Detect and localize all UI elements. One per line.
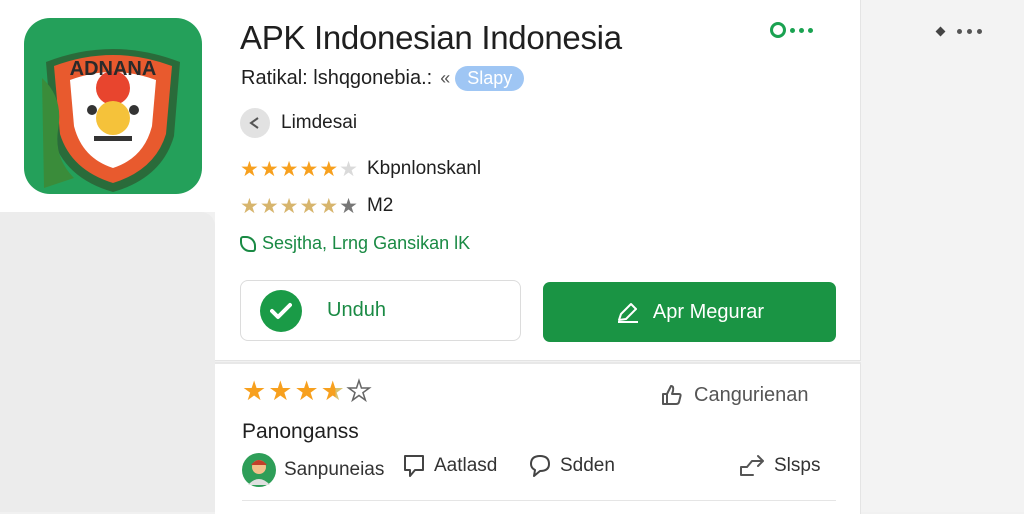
check-icon	[260, 289, 302, 332]
review-star-rating: ★★★★★	[242, 376, 374, 406]
safety-row: Sesjtha, Lrng Gansikan lK	[240, 233, 470, 254]
star-rating-1: ★ ★ ★ ★ ★ ★	[240, 157, 359, 181]
avatar	[242, 453, 276, 487]
rating-label-1: Kbpnlonskanl	[366, 158, 482, 179]
shield-emblem-icon: ADNANA	[42, 49, 180, 192]
divider	[242, 500, 836, 501]
review-title: Panonganss	[242, 420, 359, 443]
category-label: Limdesai	[281, 112, 358, 133]
share-arrow-icon	[738, 453, 766, 479]
more-options-button[interactable]	[770, 22, 813, 38]
app-icon: ADNANA	[24, 18, 202, 194]
share-button[interactable]: Slsps	[738, 453, 820, 479]
share-label: Slsps	[774, 455, 821, 476]
left-panel-bottom	[0, 212, 215, 512]
pin-icon	[935, 26, 946, 37]
share-icon	[240, 108, 270, 138]
leaf-shield-icon	[240, 235, 256, 252]
rating-label-2: M2	[366, 195, 394, 216]
comment-button[interactable]: Aatlasd	[402, 453, 497, 479]
developer-row: Ratikal: lshqgonebia.: « Slapy	[241, 66, 525, 91]
rating-row-1: ★ ★ ★ ★ ★ ★ Kbpnlonskanl	[240, 158, 481, 180]
safety-label: Sesjtha, Lrng Gansikan lK	[262, 233, 471, 253]
developer-tag[interactable]: Slapy	[455, 66, 525, 91]
review-author[interactable]: Sanpuneias	[242, 453, 384, 487]
app-title: APK Indonesian Indonesia	[240, 19, 622, 56]
icon-text: ADNANA	[70, 58, 157, 80]
comment-icon	[402, 453, 426, 479]
more-options-icon	[770, 22, 786, 38]
pencil-icon	[615, 300, 641, 324]
star-rating-2: ★ ★ ★ ★ ★ ★	[240, 194, 359, 218]
thumbs-up-icon	[660, 383, 684, 407]
right-panel	[860, 0, 1024, 512]
reply-button[interactable]: Sdden	[528, 453, 615, 479]
helpful-label: Cangurienan	[694, 383, 809, 406]
category-row[interactable]: Limdesai	[240, 108, 357, 138]
developer-label: Ratikal: lshqgonebia.:	[241, 67, 433, 89]
reply-label: Sdden	[560, 455, 615, 476]
open-label: Apr Megurar	[652, 300, 765, 323]
download-button[interactable]: Unduh	[240, 280, 521, 341]
download-label: Unduh	[327, 299, 386, 321]
helpful-button[interactable]: Cangurienan	[660, 383, 809, 407]
chevron-left-icon[interactable]: «	[440, 68, 450, 89]
window-menu-button[interactable]	[935, 26, 982, 37]
reply-icon	[528, 453, 552, 479]
comment-label: Aatlasd	[434, 455, 498, 476]
rating-row-2: ★ ★ ★ ★ ★ ★ M2	[240, 195, 393, 217]
open-button[interactable]: Apr Megurar	[543, 282, 836, 342]
author-name: Sanpuneias	[284, 459, 385, 480]
